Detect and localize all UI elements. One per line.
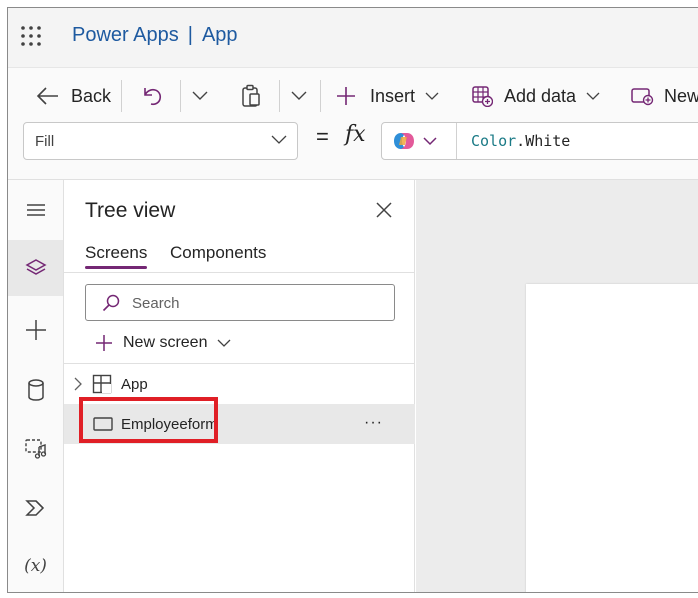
- add-data-label: Add data: [504, 85, 577, 106]
- rail-variables-button[interactable]: (x): [8, 538, 63, 592]
- tree-item-label: App: [121, 375, 148, 393]
- variables-icon: (x): [24, 556, 47, 576]
- paste-button[interactable]: [240, 82, 262, 110]
- tab-screens[interactable]: Screens: [85, 243, 147, 263]
- tab-components[interactable]: Components: [170, 243, 266, 263]
- product-name[interactable]: Power Apps: [72, 24, 179, 47]
- left-rail: (x): [8, 180, 64, 592]
- rail-data-button[interactable]: [8, 362, 63, 418]
- plus-icon: [337, 87, 355, 105]
- search-placeholder: Search: [132, 295, 180, 312]
- rail-media-button[interactable]: [8, 420, 63, 476]
- new-screen-button[interactable]: New screen: [95, 330, 231, 356]
- formula-object: Color: [471, 132, 517, 150]
- property-value: Fill: [35, 133, 55, 150]
- chevron-down-icon: [271, 135, 287, 144]
- title-separator: |: [187, 24, 193, 46]
- tree-view-title: Tree view: [85, 199, 176, 222]
- fx-icon[interactable]: fx: [345, 122, 366, 147]
- chevron-down-icon: [586, 92, 600, 100]
- new-screen-label: New screen: [123, 334, 208, 351]
- rail-power-automate-button[interactable]: [8, 480, 63, 536]
- search-input[interactable]: Search: [85, 284, 395, 321]
- rail-menu-button[interactable]: [8, 182, 63, 238]
- media-icon: [24, 439, 46, 459]
- app-window: Power Apps | App Back Insert Add data Ne…: [7, 7, 698, 593]
- back-button[interactable]: Back: [36, 82, 111, 110]
- rail-insert-button[interactable]: [8, 302, 63, 358]
- tab-divider: [64, 272, 415, 273]
- paste-dropdown[interactable]: [291, 82, 307, 110]
- highlight-box: [79, 397, 218, 443]
- app-icon: [92, 374, 112, 394]
- clipboard-icon: [242, 84, 260, 107]
- title-bar: Power Apps | App: [8, 8, 698, 67]
- search-icon: [102, 294, 120, 312]
- toolbar-divider: [279, 80, 280, 112]
- copilot-icon[interactable]: [388, 130, 444, 152]
- toolbar-divider: [180, 80, 181, 112]
- formula-input[interactable]: Color.White: [381, 122, 698, 160]
- table-add-icon: [472, 86, 493, 107]
- undo-icon: [144, 88, 162, 106]
- undo-button[interactable]: [141, 82, 163, 110]
- insert-button[interactable]: Insert: [336, 82, 439, 110]
- canvas-area: [416, 180, 698, 592]
- chevron-down-icon: [291, 91, 307, 100]
- property-dropdown[interactable]: Fill: [23, 122, 298, 160]
- screen-preview[interactable]: [526, 284, 698, 592]
- new-screen-toolbar-button[interactable]: New: [630, 82, 698, 110]
- plus-icon: [96, 335, 112, 351]
- formula-text[interactable]: Color.White: [471, 132, 570, 150]
- chevron-right-icon[interactable]: [74, 377, 83, 391]
- command-bar: Back Insert Add data New Fill = fx Color…: [8, 67, 698, 180]
- more-options-icon[interactable]: ···: [364, 414, 383, 432]
- layers-icon: [24, 259, 47, 275]
- equals-sign: =: [316, 124, 329, 149]
- toolbar-divider: [121, 80, 122, 112]
- menu-icon: [26, 204, 45, 216]
- formula-property: White: [525, 132, 571, 150]
- insert-label: Insert: [370, 85, 416, 106]
- app-launcher-icon[interactable]: [20, 25, 42, 47]
- new-label: New: [664, 85, 698, 106]
- database-icon: [27, 379, 44, 401]
- power-automate-icon: [24, 500, 44, 516]
- chevron-down-icon: [425, 92, 439, 100]
- add-icon: [25, 320, 46, 340]
- app-name[interactable]: App: [202, 24, 238, 47]
- back-arrow-icon: [36, 87, 58, 105]
- undo-dropdown[interactable]: [192, 82, 208, 110]
- close-icon[interactable]: [374, 200, 394, 220]
- tree-view-panel: Tree view Screens Components Search New …: [64, 180, 415, 592]
- app-title: Power Apps | App: [72, 24, 238, 47]
- back-label: Back: [71, 85, 112, 106]
- add-data-button[interactable]: Add data: [471, 82, 600, 110]
- toolbar-divider: [320, 80, 321, 112]
- chevron-down-icon: [218, 339, 231, 347]
- formula-divider: [456, 123, 457, 159]
- rail-tree-view-button[interactable]: [8, 240, 63, 296]
- chevron-down-icon: [192, 91, 208, 100]
- formula-dot: .: [516, 132, 526, 150]
- new-screen-icon: [631, 88, 654, 106]
- active-tab-indicator: [85, 266, 147, 269]
